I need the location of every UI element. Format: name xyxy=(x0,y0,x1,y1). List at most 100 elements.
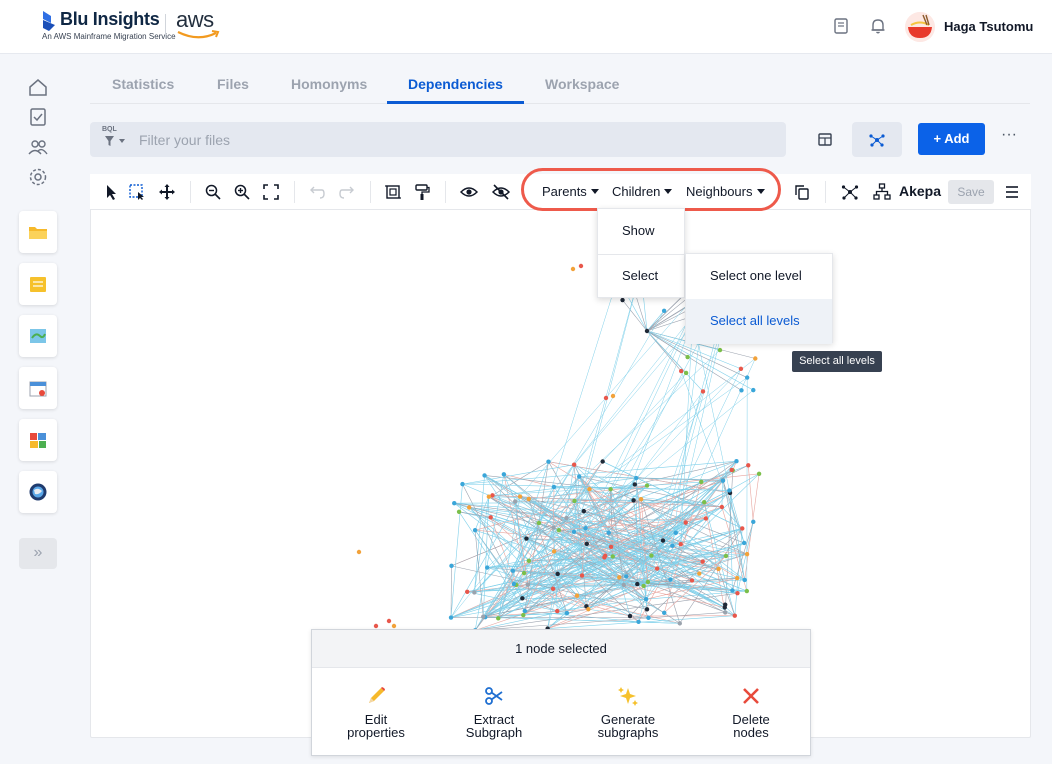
graph-node[interactable] xyxy=(700,559,705,564)
graph-node[interactable] xyxy=(386,618,392,624)
graph-node[interactable] xyxy=(583,525,588,531)
graph-node[interactable] xyxy=(662,610,667,616)
graph-node[interactable] xyxy=(610,554,615,559)
graph-node[interactable] xyxy=(744,588,750,594)
avatar[interactable] xyxy=(905,12,935,42)
graph-node[interactable] xyxy=(720,478,726,483)
menu-item-select-all-levels[interactable]: Select all levels xyxy=(686,299,832,344)
graph-node[interactable] xyxy=(739,388,744,393)
graph-node[interactable] xyxy=(526,496,531,502)
graph-node[interactable] xyxy=(576,474,582,479)
graph-node[interactable] xyxy=(608,544,614,550)
tab-workspace[interactable]: Workspace xyxy=(545,76,619,92)
graph-node[interactable] xyxy=(673,530,679,536)
graph-node[interactable] xyxy=(638,497,644,502)
graph-node[interactable] xyxy=(524,536,529,541)
graph-node[interactable] xyxy=(700,389,706,394)
graph-layout-icon[interactable] xyxy=(841,183,859,201)
graph-node[interactable] xyxy=(635,581,640,587)
zoom-in-icon[interactable] xyxy=(233,183,251,201)
graph-node[interactable] xyxy=(578,263,584,269)
graph-node[interactable] xyxy=(649,553,654,558)
extract-subgraph-button[interactable]: Extract Subgraph xyxy=(439,685,549,739)
graph-node[interactable] xyxy=(734,575,740,581)
graph-node[interactable] xyxy=(466,505,472,510)
graph-node[interactable] xyxy=(564,515,569,521)
graph-node[interactable] xyxy=(654,566,660,571)
table-view-icon[interactable] xyxy=(813,130,837,150)
graph-node[interactable] xyxy=(751,519,756,525)
home-icon[interactable] xyxy=(27,76,49,98)
blocks-app-tile[interactable] xyxy=(19,419,57,461)
graph-node[interactable] xyxy=(717,347,723,353)
graph-node[interactable] xyxy=(574,593,580,598)
graph-node[interactable] xyxy=(536,520,542,526)
undo-icon[interactable] xyxy=(308,183,326,201)
graph-node[interactable] xyxy=(741,540,747,546)
paint-roller-icon[interactable] xyxy=(413,183,431,201)
graph-node[interactable] xyxy=(644,328,650,334)
save-button[interactable]: Save xyxy=(948,180,994,204)
graph-node[interactable] xyxy=(571,529,577,534)
graph-node[interactable] xyxy=(449,563,454,569)
graph-node[interactable] xyxy=(631,498,636,503)
filter-input[interactable]: Filter your files xyxy=(139,132,230,148)
pointer-icon[interactable] xyxy=(102,183,120,201)
graph-node[interactable] xyxy=(644,483,650,488)
graph-node[interactable] xyxy=(525,582,531,587)
notes-app-tile[interactable] xyxy=(19,263,57,305)
graph-node[interactable] xyxy=(448,615,454,620)
graph-node[interactable] xyxy=(482,473,487,478)
graph-node[interactable] xyxy=(722,602,728,607)
graph-node[interactable] xyxy=(572,498,577,504)
graph-node[interactable] xyxy=(685,354,690,360)
filter-icon[interactable] xyxy=(104,135,128,147)
graph-node[interactable] xyxy=(621,582,626,588)
fit-screen-icon[interactable] xyxy=(262,183,280,201)
graph-node[interactable] xyxy=(496,616,501,621)
graph-node[interactable] xyxy=(661,308,667,314)
menu-item-show[interactable]: Show xyxy=(598,209,686,254)
graph-node[interactable] xyxy=(697,571,702,576)
graph-node[interactable] xyxy=(564,610,570,616)
settings-icon[interactable] xyxy=(27,166,49,188)
graph-node[interactable] xyxy=(744,551,750,557)
bell-icon[interactable] xyxy=(869,17,887,35)
graph-node[interactable] xyxy=(730,588,735,593)
graph-node[interactable] xyxy=(551,484,557,490)
move-icon[interactable] xyxy=(158,183,176,201)
graph-node[interactable] xyxy=(521,612,526,618)
filter-bar[interactable]: BQL Filter your files xyxy=(90,122,786,157)
graph-node[interactable] xyxy=(645,579,651,585)
graph-node[interactable] xyxy=(520,596,525,601)
graph-node[interactable] xyxy=(602,555,607,560)
frame-select-icon[interactable] xyxy=(384,183,402,201)
graph-node[interactable] xyxy=(460,481,465,487)
graph-node[interactable] xyxy=(373,623,379,629)
graph-node[interactable] xyxy=(678,541,683,547)
graph-node[interactable] xyxy=(727,488,732,493)
graph-node[interactable] xyxy=(641,583,646,589)
graph-node[interactable] xyxy=(586,607,591,612)
graph-node[interactable] xyxy=(624,574,629,579)
graph-node[interactable] xyxy=(606,530,611,535)
graph-node[interactable] xyxy=(668,577,673,582)
graph-node[interactable] xyxy=(701,499,707,505)
tab-files[interactable]: Files xyxy=(217,76,249,92)
graph-node[interactable] xyxy=(738,366,744,371)
graph-node[interactable] xyxy=(511,581,517,587)
graph-node[interactable] xyxy=(742,577,747,583)
graph-node[interactable] xyxy=(670,543,675,548)
generate-subgraphs-button[interactable]: Generate subgraphs xyxy=(573,685,683,739)
delete-nodes-button[interactable]: Delete nodes xyxy=(696,685,806,739)
expand-sidebar-button[interactable]: » xyxy=(19,538,57,569)
graph-node[interactable] xyxy=(632,482,638,487)
graph-node[interactable] xyxy=(579,573,585,578)
graph-node[interactable] xyxy=(356,549,362,555)
more-options-button[interactable]: ··· xyxy=(998,127,1020,148)
layout-name[interactable]: Akepa xyxy=(899,183,941,199)
graph-node[interactable] xyxy=(751,387,756,393)
graph-node[interactable] xyxy=(734,459,739,464)
graph-node[interactable] xyxy=(603,395,609,401)
graph-node[interactable] xyxy=(546,459,551,464)
